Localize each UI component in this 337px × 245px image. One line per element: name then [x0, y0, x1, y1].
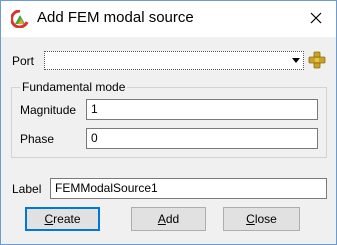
- add-port-icon[interactable]: [308, 51, 326, 69]
- add-label: dd: [165, 212, 180, 226]
- window-title: Add FEM modal source: [37, 9, 194, 26]
- chevron-down-icon: [292, 58, 300, 63]
- fundamental-mode-title: Fundamental mode: [20, 80, 128, 94]
- add-button[interactable]: Add: [131, 207, 206, 231]
- close-window-button[interactable]: [296, 1, 336, 37]
- app-logo-icon: [10, 9, 29, 29]
- close-icon: [310, 12, 322, 27]
- label-field-label: Label: [12, 182, 42, 196]
- dialog-window: Add FEM modal source Port Fundamental mo…: [0, 0, 337, 245]
- magnitude-input[interactable]: 1: [86, 99, 318, 120]
- close-button[interactable]: Close: [223, 207, 300, 231]
- port-label: Port: [12, 54, 35, 68]
- create-label: reate: [53, 212, 81, 226]
- add-mnemonic: A: [157, 212, 166, 226]
- close-label: lose: [254, 212, 277, 226]
- create-button[interactable]: Create: [25, 207, 100, 231]
- port-select[interactable]: [44, 51, 304, 70]
- phase-label: Phase: [20, 132, 55, 146]
- label-input[interactable]: FEMModalSource1: [50, 178, 327, 199]
- create-mnemonic: C: [44, 212, 54, 226]
- title-bar[interactable]: Add FEM modal source: [1, 1, 336, 37]
- close-mnemonic: C: [246, 212, 255, 226]
- phase-input[interactable]: 0: [86, 128, 318, 149]
- magnitude-label: Magnitude: [20, 103, 77, 117]
